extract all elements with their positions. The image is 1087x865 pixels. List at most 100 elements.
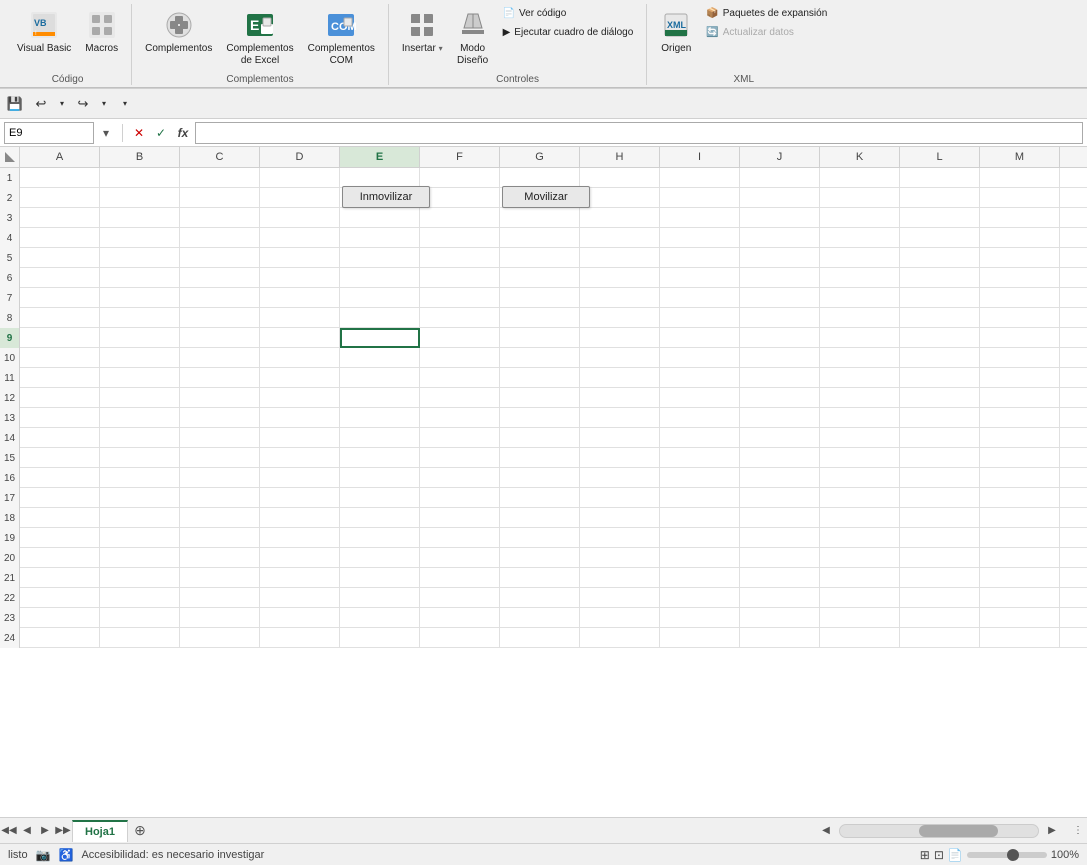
cell-B4[interactable] xyxy=(100,228,180,248)
cell-F4[interactable] xyxy=(420,228,500,248)
cell-J5[interactable] xyxy=(740,248,820,268)
cell-D10[interactable] xyxy=(260,348,340,368)
col-header-j[interactable]: J xyxy=(740,147,820,167)
cell-I1[interactable] xyxy=(660,168,740,188)
cell-D18[interactable] xyxy=(260,508,340,528)
cell-E17[interactable] xyxy=(340,488,420,508)
cell-C12[interactable] xyxy=(180,388,260,408)
undo-dropdown[interactable]: ▾ xyxy=(56,93,68,115)
row-number-12[interactable]: 12 xyxy=(0,388,20,408)
cell-G10[interactable] xyxy=(500,348,580,368)
cell-A14[interactable] xyxy=(20,428,100,448)
cell-D11[interactable] xyxy=(260,368,340,388)
modo-diseno-button[interactable]: ModoDiseño xyxy=(452,6,494,70)
cell-G6[interactable] xyxy=(500,268,580,288)
cell-B8[interactable] xyxy=(100,308,180,328)
cell-J10[interactable] xyxy=(740,348,820,368)
cell-M1[interactable] xyxy=(980,168,1060,188)
cell-J4[interactable] xyxy=(740,228,820,248)
cell-C23[interactable] xyxy=(180,608,260,628)
cell-B24[interactable] xyxy=(100,628,180,648)
sheet-nav-next[interactable]: ▶ xyxy=(36,822,54,840)
cell-G20[interactable] xyxy=(500,548,580,568)
cell-E12[interactable] xyxy=(340,388,420,408)
cell-C10[interactable] xyxy=(180,348,260,368)
cell-H3[interactable] xyxy=(580,208,660,228)
col-header-e[interactable]: E xyxy=(340,147,420,167)
cell-A9[interactable] xyxy=(20,328,100,348)
cell-J14[interactable] xyxy=(740,428,820,448)
cell-F1[interactable] xyxy=(420,168,500,188)
cell-D24[interactable] xyxy=(260,628,340,648)
cell-C6[interactable] xyxy=(180,268,260,288)
cell-K10[interactable] xyxy=(820,348,900,368)
cell-L13[interactable] xyxy=(900,408,980,428)
redo-button[interactable]: ↪ xyxy=(72,93,94,115)
cell-H1[interactable] xyxy=(580,168,660,188)
cell-E11[interactable] xyxy=(340,368,420,388)
cell-M11[interactable] xyxy=(980,368,1060,388)
row-number-11[interactable]: 11 xyxy=(0,368,20,388)
cell-L12[interactable] xyxy=(900,388,980,408)
cell-I23[interactable] xyxy=(660,608,740,628)
row-number-4[interactable]: 4 xyxy=(0,228,20,248)
cell-I16[interactable] xyxy=(660,468,740,488)
cell-C24[interactable] xyxy=(180,628,260,648)
cell-B19[interactable] xyxy=(100,528,180,548)
sheet-nav-first[interactable]: ◀◀ xyxy=(0,822,18,840)
cell-J11[interactable] xyxy=(740,368,820,388)
cell-I6[interactable] xyxy=(660,268,740,288)
cell-J2[interactable] xyxy=(740,188,820,208)
cell-G8[interactable] xyxy=(500,308,580,328)
cell-J24[interactable] xyxy=(740,628,820,648)
cell-F5[interactable] xyxy=(420,248,500,268)
col-header-l[interactable]: L xyxy=(900,147,980,167)
cell-L9[interactable] xyxy=(900,328,980,348)
cell-D12[interactable] xyxy=(260,388,340,408)
row-number-13[interactable]: 13 xyxy=(0,408,20,428)
row-number-3[interactable]: 3 xyxy=(0,208,20,228)
ver-codigo-button[interactable]: 📄 Ver código xyxy=(498,6,639,21)
cell-G1[interactable] xyxy=(500,168,580,188)
cell-F18[interactable] xyxy=(420,508,500,528)
cell-I17[interactable] xyxy=(660,488,740,508)
cell-M5[interactable] xyxy=(980,248,1060,268)
cell-F11[interactable] xyxy=(420,368,500,388)
cell-D8[interactable] xyxy=(260,308,340,328)
cell-F17[interactable] xyxy=(420,488,500,508)
cell-A16[interactable] xyxy=(20,468,100,488)
cell-L19[interactable] xyxy=(900,528,980,548)
cell-H12[interactable] xyxy=(580,388,660,408)
cell-D16[interactable] xyxy=(260,468,340,488)
cell-B21[interactable] xyxy=(100,568,180,588)
cell-D20[interactable] xyxy=(260,548,340,568)
cell-C17[interactable] xyxy=(180,488,260,508)
cell-L20[interactable] xyxy=(900,548,980,568)
cell-A8[interactable] xyxy=(20,308,100,328)
hscroll-right-button[interactable]: ▶ xyxy=(1043,822,1061,840)
cell-G15[interactable] xyxy=(500,448,580,468)
cell-M14[interactable] xyxy=(980,428,1060,448)
cell-B10[interactable] xyxy=(100,348,180,368)
cell-E2[interactable]: Inmovilizar xyxy=(340,188,420,208)
cell-A18[interactable] xyxy=(20,508,100,528)
cell-G11[interactable] xyxy=(500,368,580,388)
visual-basic-button[interactable]: VB ! Visual Basic xyxy=(12,6,76,58)
cell-A3[interactable] xyxy=(20,208,100,228)
cell-M21[interactable] xyxy=(980,568,1060,588)
cell-G23[interactable] xyxy=(500,608,580,628)
cell-J18[interactable] xyxy=(740,508,820,528)
cell-K12[interactable] xyxy=(820,388,900,408)
cell-G17[interactable] xyxy=(500,488,580,508)
row-number-16[interactable]: 16 xyxy=(0,468,20,488)
cell-I7[interactable] xyxy=(660,288,740,308)
cell-F7[interactable] xyxy=(420,288,500,308)
add-sheet-button[interactable]: ⊕ xyxy=(130,821,150,841)
cell-K7[interactable] xyxy=(820,288,900,308)
cell-J6[interactable] xyxy=(740,268,820,288)
save-button[interactable]: 💾 xyxy=(4,93,26,115)
cell-H21[interactable] xyxy=(580,568,660,588)
cell-D2[interactable] xyxy=(260,188,340,208)
cell-A24[interactable] xyxy=(20,628,100,648)
cell-D17[interactable] xyxy=(260,488,340,508)
